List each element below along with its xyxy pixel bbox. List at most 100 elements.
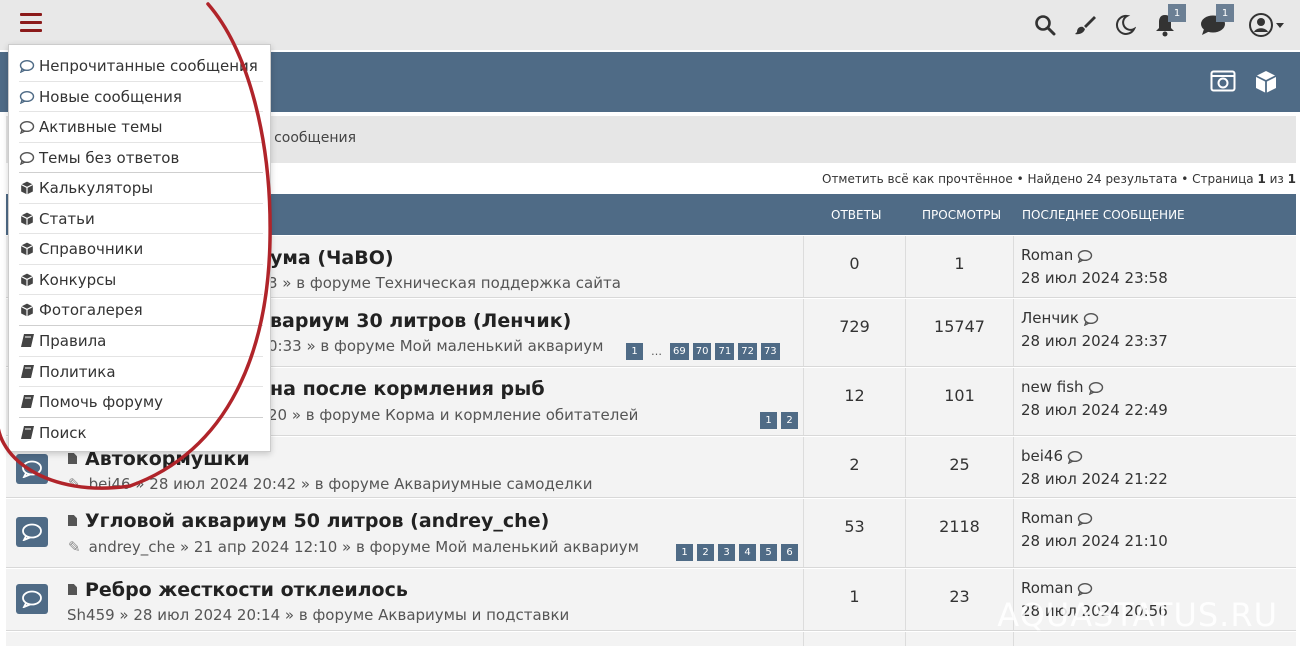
header-last-post: ПОСЛЕДНЕЕ СООБЩЕНИЕ <box>1022 208 1185 222</box>
book-icon <box>19 333 35 349</box>
cube-icon[interactable] <box>1254 70 1278 98</box>
page-link[interactable]: 73 <box>760 343 780 360</box>
topic-meta: andrey_che » 21 апр 2024 12:10 » в форум… <box>88 538 639 556</box>
speech-bubble-icon <box>19 150 35 166</box>
hamburger-icon[interactable] <box>20 13 42 33</box>
topic-pages: 1 2 <box>760 412 798 429</box>
views-count: 25 <box>949 455 970 474</box>
menu-item-search[interactable]: Поиск <box>19 418 263 448</box>
top-icons: 1 1 <box>1032 4 1286 40</box>
last-user-name[interactable]: bei46 <box>1021 447 1063 465</box>
last-user-name[interactable]: Roman <box>1021 509 1073 527</box>
topic-pages: 1 … 69 70 71 72 73 <box>626 343 780 360</box>
topic-title[interactable]: ума (ЧаВО) <box>270 247 394 269</box>
menu-item-gallery[interactable]: Фотогалерея <box>19 295 263 325</box>
speech-bubble-icon[interactable] <box>1077 249 1093 263</box>
topic-meta: 20 » в форуме Корма и кормление обитател… <box>268 406 639 424</box>
last-post-user[interactable]: new fish <box>1021 378 1104 396</box>
search-icon[interactable] <box>1032 12 1058 38</box>
menu-item-label: Поиск <box>39 424 87 442</box>
last-user-name[interactable]: Ленчик <box>1021 309 1079 327</box>
menu-item-label: Калькуляторы <box>39 179 154 197</box>
last-post-date: 28 июл 2024 23:37 <box>1021 332 1168 350</box>
last-post-user[interactable]: bei46 <box>1021 447 1083 465</box>
page-link[interactable]: 4 <box>739 544 756 561</box>
last-post-user[interactable]: Roman <box>1021 509 1093 527</box>
last-user-name[interactable]: Roman <box>1021 246 1073 264</box>
menu-item-policy[interactable]: Политика <box>19 357 263 387</box>
answers-count: 729 <box>839 317 870 336</box>
answers-count: 1 <box>849 587 860 606</box>
brush-icon[interactable] <box>1072 12 1098 38</box>
menu-item-new[interactable]: Новые сообщения <box>19 82 263 112</box>
watermark: AQUASTATUS.RU <box>997 596 1278 634</box>
page-link[interactable]: 2 <box>697 544 714 561</box>
topic-meta: 0:33 » в форуме Мой маленький аквариум <box>268 337 604 355</box>
page-link[interactable]: 70 <box>692 343 712 360</box>
topic-icon <box>16 454 48 484</box>
menu-item-label: Новые сообщения <box>39 88 182 106</box>
last-post-user[interactable]: Ленчик <box>1021 309 1099 327</box>
menu-item-contests[interactable]: Конкурсы <box>19 265 263 295</box>
last-user-name[interactable]: new fish <box>1021 378 1084 396</box>
messages[interactable]: 1 <box>1200 4 1234 38</box>
menu-item-label: Политика <box>39 363 116 381</box>
menu-item-unread[interactable]: Непрочитанные сообщения <box>19 51 263 81</box>
page-link[interactable]: 2 <box>781 412 798 429</box>
last-user-name[interactable]: Roman <box>1021 579 1073 597</box>
topic-meta-wrap: ✎ andrey_che » 21 апр 2024 12:10 » в фору… <box>68 538 639 556</box>
topic-title[interactable]: Угловой аквариум 50 литров (andrey_che) <box>85 510 549 532</box>
page-total: 1 <box>1287 172 1296 186</box>
page-link[interactable]: 5 <box>760 544 777 561</box>
moon-icon[interactable] <box>1112 12 1138 38</box>
topic-title-wrap[interactable]: Угловой аквариум 50 литров (andrey_che) <box>68 510 549 532</box>
page-link[interactable]: 72 <box>738 343 757 360</box>
cube-icon <box>19 211 35 227</box>
menu-item-label: Активные темы <box>39 118 163 136</box>
menu-item-articles[interactable]: Статьи <box>19 204 263 234</box>
topic-meta: bei46 » 28 июл 2024 20:42 » в форуме Акв… <box>88 475 593 493</box>
separator: • <box>1016 172 1024 186</box>
answers-count: 2 <box>849 455 860 474</box>
answers-count: 53 <box>844 517 865 536</box>
page-link[interactable]: 1 <box>626 343 643 360</box>
camera-icon[interactable] <box>1210 70 1236 98</box>
notifications-badge: 1 <box>1168 4 1186 22</box>
menu-item-help-forum[interactable]: Помочь форуму <box>19 387 263 417</box>
table-row <box>6 632 1296 646</box>
cube-icon <box>19 302 35 318</box>
mark-read-link[interactable]: Отметить всё как прочтённое <box>822 172 1013 186</box>
header-answers: ОТВЕТЫ <box>831 208 882 222</box>
speech-bubble-icon[interactable] <box>1077 512 1093 526</box>
menu-item-active[interactable]: Активные темы <box>19 112 263 142</box>
menu-item-unanswered[interactable]: Темы без ответов <box>19 143 263 173</box>
speech-bubble-icon[interactable] <box>1067 450 1083 464</box>
speech-bubble-icon[interactable] <box>1088 381 1104 395</box>
topic-title[interactable]: вариум 30 литров (Ленчик) <box>270 310 571 332</box>
page-link[interactable]: 3 <box>718 544 735 561</box>
speech-bubble-icon[interactable] <box>1077 582 1093 596</box>
user-menu[interactable] <box>1248 12 1286 38</box>
page-link[interactable]: 1 <box>760 412 777 429</box>
page-of: из <box>1269 172 1284 186</box>
topic-title[interactable]: на после кормления рыб <box>270 378 545 400</box>
menu-item-rules[interactable]: Правила <box>19 326 263 356</box>
page-link[interactable]: 1 <box>676 544 693 561</box>
speech-bubble-icon[interactable] <box>1083 312 1099 326</box>
topic-icon <box>16 584 48 614</box>
page-link[interactable]: 6 <box>781 544 798 561</box>
topic-title[interactable]: Ребро жесткости отклеилось <box>85 579 408 601</box>
menu-item-calculators[interactable]: Калькуляторы <box>19 173 263 203</box>
page-label: Страница <box>1192 172 1254 186</box>
page-link[interactable]: 69 <box>670 343 689 360</box>
topic-title-wrap[interactable]: Ребро жесткости отклеилось <box>68 579 408 601</box>
cube-icon <box>19 241 35 257</box>
menu-item-label: Темы без ответов <box>39 149 180 167</box>
page-link[interactable]: 71 <box>715 343 735 360</box>
last-post-user[interactable]: Roman <box>1021 246 1093 264</box>
notifications[interactable]: 1 <box>1152 4 1186 38</box>
speech-bubble-icon <box>22 523 42 541</box>
last-post-user[interactable]: Roman <box>1021 579 1093 597</box>
breadcrumb-text[interactable]: е сообщения <box>261 130 356 146</box>
menu-item-references[interactable]: Справочники <box>19 234 263 264</box>
